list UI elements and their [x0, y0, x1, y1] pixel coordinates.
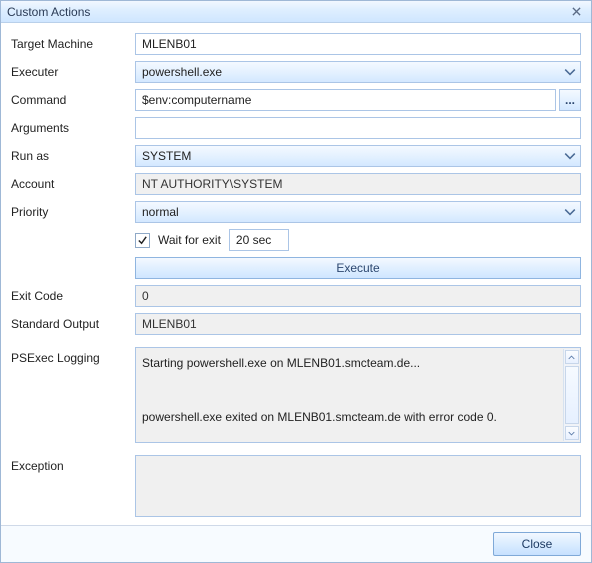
title-bar[interactable]: Custom Actions [1, 1, 591, 23]
run-as-value: SYSTEM [142, 149, 191, 163]
scrollbar-thumb[interactable] [565, 366, 579, 424]
target-machine-value: MLENB01 [142, 37, 197, 51]
chevron-down-icon [564, 206, 576, 218]
account-value: NT AUTHORITY\SYSTEM [142, 177, 282, 191]
scroll-up-button[interactable] [565, 350, 579, 364]
wait-for-exit-checkbox[interactable] [135, 233, 150, 248]
wait-for-exit-label: Wait for exit [158, 233, 221, 247]
command-browse-button[interactable]: ... [559, 89, 581, 111]
run-as-dropdown[interactable]: SYSTEM [135, 145, 581, 167]
window-close-button[interactable] [567, 4, 585, 20]
executer-dropdown[interactable]: powershell.exe [135, 61, 581, 83]
exception-textarea[interactable] [135, 455, 581, 517]
scroll-down-button[interactable] [565, 426, 579, 440]
chevron-down-icon [568, 430, 575, 437]
priority-value: normal [142, 205, 179, 219]
command-input[interactable]: $env:computername [135, 89, 556, 111]
std-output-label: Standard Output [11, 317, 129, 331]
execute-button[interactable]: Execute [135, 257, 581, 279]
command-label: Command [11, 93, 129, 107]
close-button-label: Close [522, 537, 553, 551]
arguments-input[interactable] [135, 117, 581, 139]
std-output-readonly: MLENB01 [135, 313, 581, 335]
dialog-content: Target Machine MLENB01 Executer powershe… [1, 23, 591, 525]
exit-code-readonly: 0 [135, 285, 581, 307]
wait-timeout-input[interactable]: 20 sec [229, 229, 289, 251]
dialog-footer: Close [1, 525, 591, 562]
chevron-up-icon [568, 354, 575, 361]
account-readonly: NT AUTHORITY\SYSTEM [135, 173, 581, 195]
window-title: Custom Actions [7, 5, 567, 19]
wait-timeout-value: 20 sec [236, 233, 271, 247]
close-icon [572, 7, 581, 16]
exit-code-value: 0 [142, 289, 149, 303]
psexec-logging-textarea[interactable]: Starting powershell.exe on MLENB01.smcte… [135, 347, 581, 443]
executer-label: Executer [11, 65, 129, 79]
execute-label: Execute [336, 261, 379, 275]
psexec-logging-label: PSExec Logging [11, 347, 129, 365]
run-as-label: Run as [11, 149, 129, 163]
command-value: $env:computername [142, 93, 251, 107]
target-machine-label: Target Machine [11, 37, 129, 51]
priority-label: Priority [11, 205, 129, 219]
custom-actions-dialog: Custom Actions Target Machine MLENB01 Ex… [0, 0, 592, 563]
scrollbar[interactable] [563, 349, 579, 441]
psexec-logging-text: Starting powershell.exe on MLENB01.smcte… [142, 354, 515, 426]
close-button[interactable]: Close [493, 532, 581, 556]
std-output-value: MLENB01 [142, 317, 197, 331]
executer-value: powershell.exe [142, 65, 222, 79]
target-machine-input[interactable]: MLENB01 [135, 33, 581, 55]
checkmark-icon [137, 235, 148, 246]
arguments-label: Arguments [11, 121, 129, 135]
exit-code-label: Exit Code [11, 289, 129, 303]
account-label: Account [11, 177, 129, 191]
priority-dropdown[interactable]: normal [135, 201, 581, 223]
chevron-down-icon [564, 66, 576, 78]
chevron-down-icon [564, 150, 576, 162]
exception-label: Exception [11, 455, 129, 473]
ellipsis-icon: ... [565, 94, 575, 106]
